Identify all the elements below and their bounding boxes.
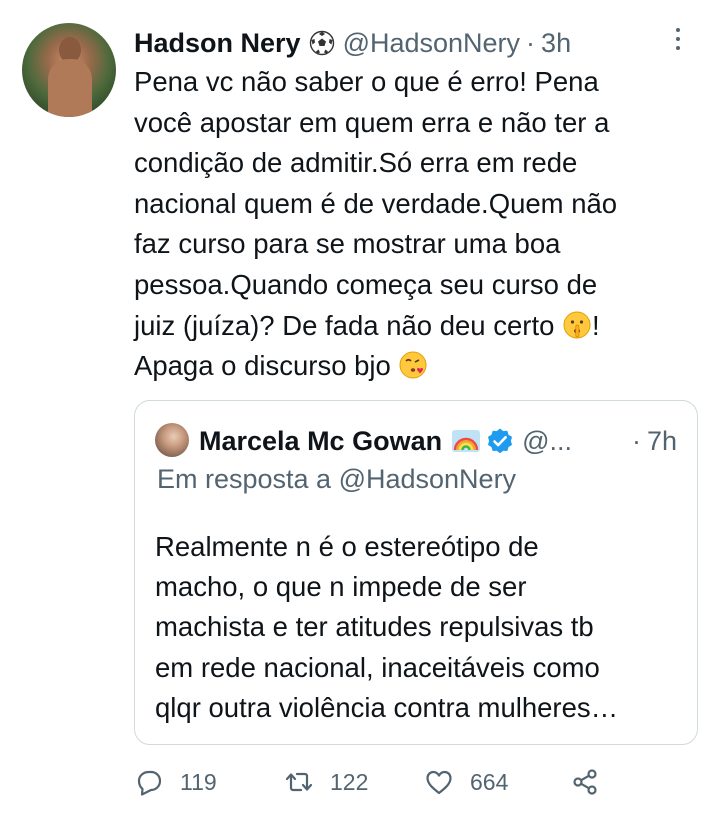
more-options-icon[interactable] [676, 28, 680, 50]
tweet-text-line: pessoa.Quando começa seu curso de [134, 268, 598, 300]
quoted-tweet-header: Marcela Mc Gowan @... [199, 423, 572, 459]
retweet-button[interactable]: 122 [284, 762, 368, 802]
tweet-text-line-8: Apaga o discurso bjo [134, 346, 694, 387]
quoted-tweet-text: Realmente n é o estereótipo de macho, o … [155, 527, 685, 728]
verified-badge-icon [486, 427, 514, 455]
retweet-icon [285, 772, 313, 792]
tweet-text-line: Pena vc não saber o que é erro! Pena [134, 66, 599, 97]
share-icon [573, 769, 597, 795]
tweet-text: Pena vc não saber o que é erro! Pena voc… [134, 62, 694, 387]
tweet-text-line: você apostar em quem erra e não ter a [134, 106, 610, 138]
avatar-body [48, 59, 92, 117]
tweet-header: Hadson Nery @HadsonNery · 3h [134, 25, 571, 61]
author-handle[interactable]: @HadsonNery [343, 28, 520, 59]
tweet-text-segment: juiz (juíza)? De fada não deu certo [134, 309, 563, 341]
quoted-author-name[interactable]: Marcela Mc Gowan [199, 426, 442, 457]
quoted-author-avatar[interactable] [155, 423, 189, 457]
soccer-ball-icon [309, 30, 335, 56]
quoted-tweet[interactable]: Marcela Mc Gowan @... · 7h Em resposta a… [134, 400, 698, 745]
reply-context[interactable]: Em resposta a @HadsonNery [157, 464, 516, 495]
quoted-text-line: macho, o que n impede de ser [155, 571, 527, 603]
tweet-text-line: nacional quem é de verdade.Quem não [134, 187, 618, 219]
retweet-count: 122 [330, 768, 369, 795]
tweet-text-segment: Apaga o discurso bjo [134, 350, 399, 382]
author-avatar[interactable] [22, 23, 116, 117]
author-name[interactable]: Hadson Nery [134, 28, 301, 59]
heart-icon [426, 770, 452, 795]
action-bar: 119 122 664 [134, 762, 694, 802]
tweet-text-line: faz curso para se mostrar uma boa [134, 228, 561, 260]
quoted-time-value: 7h [646, 425, 677, 456]
reply-button[interactable]: 119 [134, 762, 217, 802]
reply-icon [137, 770, 162, 796]
reply-count: 119 [180, 768, 217, 795]
quoted-text-line: machista e ter atitudes repulsivas tb [155, 611, 594, 643]
kissing-face-icon [398, 350, 428, 380]
quoted-text-line: em rede nacional, inaceitáveis como [155, 651, 600, 683]
rainbow-icon [452, 430, 481, 452]
quoted-author-handle[interactable]: @... [522, 426, 572, 457]
quoted-text-line: Realmente n é o estereótipo de [155, 531, 539, 562]
separator-dot: · [631, 425, 641, 456]
tweet-text-line-7: juiz (juíza)? De fada não deu certo ! [134, 306, 694, 347]
tweet-text-segment: ! [592, 309, 600, 341]
like-button[interactable]: 664 [424, 762, 508, 802]
tweet-time[interactable]: 3h [541, 28, 571, 59]
separator-dot: · [526, 27, 536, 58]
tweet-text-line: condição de admitir.Só erra em rede [134, 147, 578, 179]
share-button[interactable] [570, 762, 600, 802]
shushing-face-icon [562, 310, 592, 340]
quoted-tweet-time[interactable]: · 7h [632, 423, 677, 459]
like-count: 664 [470, 768, 509, 795]
quoted-text-line: qlqr outra violência contra mulheres… [155, 691, 619, 723]
